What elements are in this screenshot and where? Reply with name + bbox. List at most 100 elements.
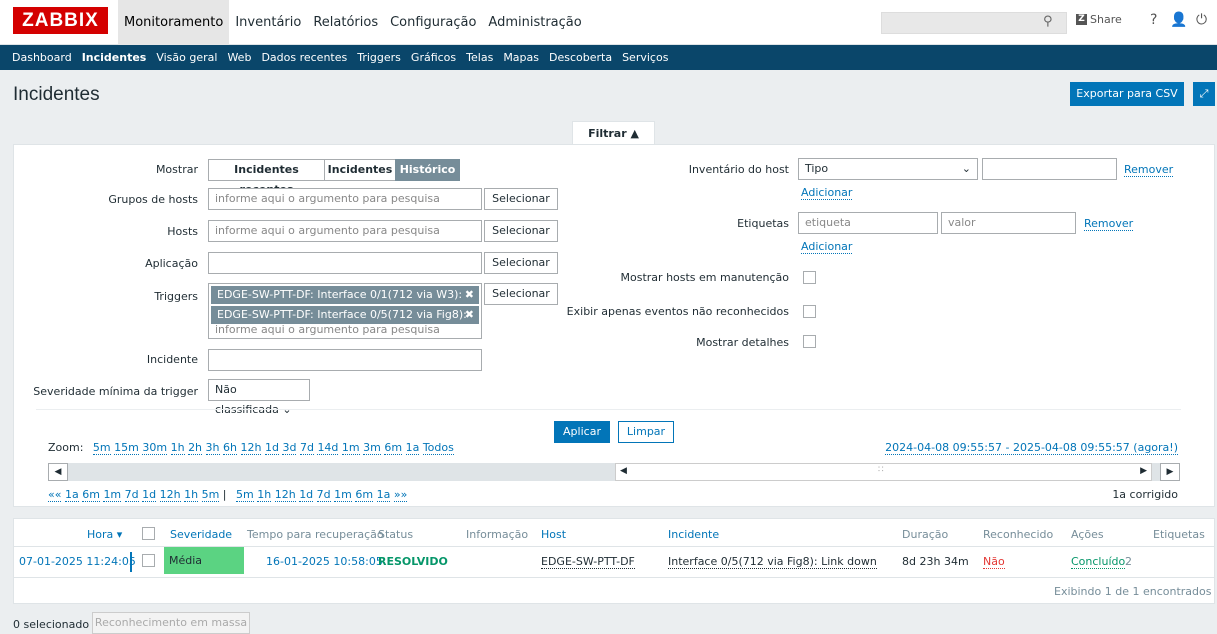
zoom-3m[interactable]: 3m (363, 441, 381, 455)
select-all-checkbox[interactable] (142, 527, 155, 540)
application-input[interactable] (208, 252, 482, 274)
triggers-select-button[interactable]: Selecionar (484, 283, 558, 305)
severity-select[interactable]: Não classificada ⌄ (208, 379, 310, 416)
zoom-3d[interactable]: 3d (282, 441, 297, 455)
host-link[interactable]: EDGE-SW-PTT-DF (541, 555, 635, 569)
problem-link[interactable]: Interface 0/5(712 via Fig8): Link down (668, 555, 877, 569)
logout-icon[interactable]: ⏻ (1196, 12, 1207, 28)
scroll-right-icon[interactable]: ▶ (1160, 463, 1180, 481)
nav-fwd-1m[interactable]: 1m (334, 488, 352, 502)
submenu-web[interactable]: Web (222, 45, 256, 70)
menu-inventory[interactable]: Inventário (229, 0, 307, 45)
row-checkbox[interactable] (142, 554, 155, 567)
filter-tab[interactable]: Filtrar ▲ (572, 121, 655, 145)
zoom-1d[interactable]: 1d (264, 441, 279, 455)
zoom-1a[interactable]: 1a (405, 441, 420, 455)
submenu-maps[interactable]: Mapas (498, 45, 544, 70)
nav-back-1a[interactable]: 1a (64, 488, 79, 502)
nav-back-12h[interactable]: 12h (159, 488, 181, 502)
share-button[interactable]: Z Share (1076, 13, 1122, 26)
export-csv-button[interactable]: Exportar para CSV (1070, 82, 1184, 106)
submenu-dashboard[interactable]: Dashboard (7, 45, 77, 70)
show-problems[interactable]: Incidentes (324, 159, 396, 181)
ack-link[interactable]: Não (983, 555, 1005, 569)
menu-administration[interactable]: Administração (482, 0, 587, 45)
hostgroups-input[interactable]: informe aqui o argumento para pesquisa (208, 188, 482, 210)
menu-monitoring[interactable]: Monitoramento (118, 0, 230, 45)
nav-back-7d[interactable]: 7d (124, 488, 139, 502)
fixed-period-label[interactable]: 1a corrigido (1112, 488, 1178, 501)
tag-remove-link[interactable]: Remover (1084, 217, 1134, 231)
zoom-7d[interactable]: 7d (299, 441, 314, 455)
remove-chip-icon[interactable]: ✖ (465, 306, 474, 324)
tag-value-input[interactable]: valor (941, 212, 1076, 234)
time-scrollbar[interactable]: ◀ ◀ ∷ ▶ ▶ (48, 463, 1180, 481)
show-history[interactable]: Histórico (395, 159, 460, 181)
zoom-30m[interactable]: 30m (142, 441, 168, 455)
nav-back-1m[interactable]: 1m (103, 488, 122, 502)
remove-chip-icon[interactable]: ✖ (465, 286, 474, 304)
inventory-type-select[interactable]: Tipo ⌄ (798, 158, 978, 180)
zoom-12h[interactable]: 12h (240, 441, 262, 455)
scroll-left-icon[interactable]: ◀ (48, 463, 68, 481)
zoom-6h[interactable]: 6h (223, 441, 238, 455)
tag-add-link[interactable]: Adicionar (801, 240, 853, 254)
submenu-services[interactable]: Serviços (617, 45, 673, 70)
submenu-discovery[interactable]: Descoberta (544, 45, 617, 70)
menu-reports[interactable]: Relatórios (307, 0, 384, 45)
search-icon[interactable]: ⚲ (1043, 14, 1053, 29)
inventory-add-link[interactable]: Adicionar (801, 186, 853, 200)
tag-name-input[interactable]: etiqueta (798, 212, 938, 234)
nav-fwd-all[interactable]: »» (393, 488, 408, 502)
recovery-time-link[interactable]: 16-01-2025 10:58:05 (266, 555, 383, 568)
zoom-1m[interactable]: 1m (341, 441, 360, 455)
unack-checkbox[interactable] (803, 305, 816, 318)
time-scroll-thumb[interactable]: ◀ ∷ ▶ (615, 463, 1152, 481)
zabbix-logo[interactable]: ZABBIX (13, 7, 108, 34)
submenu-graphs[interactable]: Gráficos (406, 45, 461, 70)
hosts-select-button[interactable]: Selecionar (484, 220, 558, 242)
submenu-screens[interactable]: Telas (461, 45, 498, 70)
submenu-triggers[interactable]: Triggers (352, 45, 406, 70)
triggers-placeholder[interactable]: informe aqui o argumento para pesquisa (215, 323, 440, 336)
menu-configuration[interactable]: Configuração (384, 0, 482, 45)
fullscreen-icon[interactable]: ⤢ (1193, 82, 1215, 106)
zoom-14d[interactable]: 14d (317, 441, 339, 455)
time-range-link[interactable]: 2024-04-08 09:55:57 - 2025-04-08 09:55:5… (885, 441, 1178, 455)
nav-back-1h[interactable]: 1h (184, 488, 199, 502)
actions-link[interactable]: Concluído (1071, 555, 1126, 569)
inventory-value-input[interactable] (982, 158, 1117, 180)
col-host[interactable]: Host (541, 528, 566, 541)
clear-button[interactable]: Limpar (618, 421, 674, 443)
application-select-button[interactable]: Selecionar (484, 252, 558, 274)
global-search-input[interactable] (881, 12, 1067, 34)
show-recent-problems[interactable]: Incidentes recentes (208, 159, 325, 196)
nav-fwd-6m[interactable]: 6m (355, 488, 374, 502)
maintenance-checkbox[interactable] (803, 271, 816, 284)
zoom-2h[interactable]: 2h (188, 441, 203, 455)
nav-fwd-1d[interactable]: 1d (299, 488, 314, 502)
row-time-link[interactable]: 07-01-2025 11:24:05 (19, 555, 136, 568)
details-checkbox[interactable] (803, 335, 816, 348)
nav-fwd-1a[interactable]: 1a (376, 488, 391, 502)
nav-fwd-1h[interactable]: 1h (257, 488, 272, 502)
nav-back-6m[interactable]: 6m (82, 488, 100, 502)
apply-button[interactable]: Aplicar (554, 421, 610, 443)
mass-acknowledge-button[interactable]: Reconhecimento em massa (92, 612, 250, 634)
hostgroups-select-button[interactable]: Selecionar (484, 188, 558, 210)
zoom-3h[interactable]: 3h (205, 441, 220, 455)
submenu-latest-data[interactable]: Dados recentes (256, 45, 352, 70)
col-problem[interactable]: Incidente (668, 528, 719, 541)
incident-input[interactable] (208, 349, 482, 371)
nav-fwd-5m[interactable]: 5m (236, 488, 254, 502)
zoom-15m[interactable]: 15m (114, 441, 139, 455)
zoom-all[interactable]: Todos (422, 441, 454, 455)
zoom-5m[interactable]: 5m (92, 441, 111, 455)
nav-back-all[interactable]: «« (48, 488, 62, 502)
col-severity[interactable]: Severidade (170, 528, 232, 541)
nav-back-5m[interactable]: 5m (201, 488, 220, 502)
nav-fwd-7d[interactable]: 7d (316, 488, 331, 502)
nav-fwd-12h[interactable]: 12h (274, 488, 296, 502)
user-profile-icon[interactable]: 👤 (1170, 12, 1187, 28)
help-icon[interactable]: ? (1150, 12, 1157, 28)
